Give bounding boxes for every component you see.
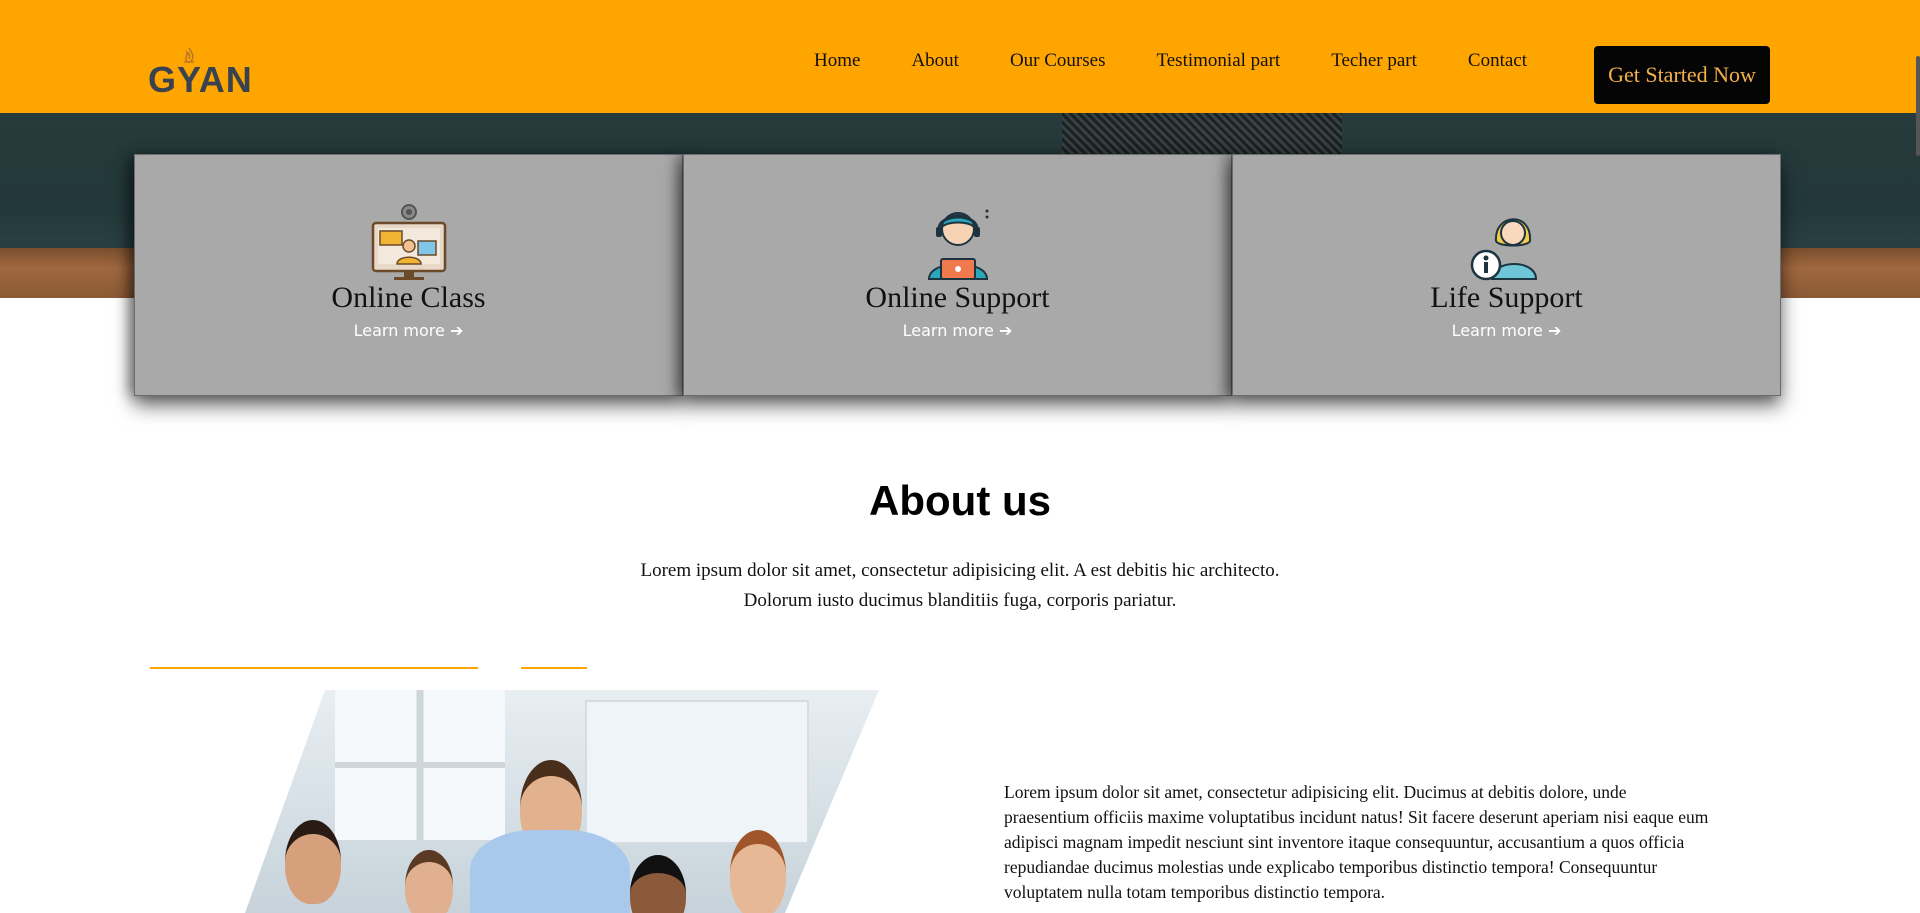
learn-more-label: Learn more	[902, 321, 994, 340]
about-description: Lorem ipsum dolor sit amet, consectetur …	[560, 556, 1360, 616]
decorative-line	[521, 667, 587, 669]
feature-card-online-class: Online Class Learn more ➔	[134, 154, 683, 396]
about-description-line: Lorem ipsum dolor sit amet, consectetur …	[640, 560, 1280, 581]
feature-title: Life Support	[1430, 281, 1583, 314]
online-support-icon	[927, 209, 988, 280]
learn-more-link[interactable]: Learn more ➔	[1452, 321, 1562, 340]
get-started-button[interactable]: Get Started Now	[1594, 46, 1770, 104]
feature-card-life-support: Life Support Learn more ➔	[1232, 154, 1781, 396]
page-scrollbar[interactable]	[1914, 0, 1920, 913]
person	[730, 830, 786, 913]
learn-more-label: Learn more	[1451, 321, 1543, 340]
nav-our-courses[interactable]: Our Courses	[1010, 50, 1106, 72]
about-description-line: Dolorum iusto ducimus blanditiis fuga, c…	[743, 590, 1177, 611]
hero-lamp-decoration	[1062, 112, 1342, 158]
navbar: GYAN Home About Our Courses Testimonial …	[0, 0, 1920, 113]
learn-more-link[interactable]: Learn more ➔	[354, 321, 464, 340]
person	[405, 850, 453, 913]
nav-teacher[interactable]: Techer part	[1331, 50, 1417, 72]
photo-board	[585, 700, 809, 844]
online-class-icon	[371, 204, 446, 280]
feature-title: Online Support	[865, 281, 1050, 314]
logo-text: GYAN	[148, 59, 253, 100]
nav-about[interactable]: About	[911, 50, 959, 72]
feature-title: Online Class	[331, 281, 486, 314]
about-title: About us	[869, 477, 1051, 524]
arrow-right-icon: ➔	[449, 321, 464, 340]
learn-more-link[interactable]: Learn more ➔	[903, 321, 1013, 340]
person	[285, 820, 341, 904]
nav-testimonial[interactable]: Testimonial part	[1156, 50, 1280, 72]
learn-more-label: Learn more	[353, 321, 445, 340]
site-logo[interactable]: GYAN	[148, 46, 252, 98]
decorative-line	[150, 667, 478, 669]
about-body-text: Lorem ipsum dolor sit amet, consectetur …	[1004, 782, 1709, 902]
scrollbar-thumb[interactable]	[1916, 56, 1920, 156]
life-support-icon	[1470, 218, 1537, 281]
nav-contact[interactable]: Contact	[1468, 50, 1527, 72]
feature-cards: Online Class Learn more ➔ Online Support…	[134, 154, 1784, 396]
person	[470, 830, 630, 913]
photo-window	[335, 690, 505, 840]
arrow-right-icon: ➔	[998, 321, 1013, 340]
nav-home[interactable]: Home	[814, 50, 860, 72]
person	[630, 855, 686, 913]
feature-card-online-support: Online Support Learn more ➔	[683, 154, 1232, 396]
arrow-right-icon: ➔	[1547, 321, 1562, 340]
team-photo	[245, 690, 879, 913]
main-nav: Home About Our Courses Testimonial part …	[814, 50, 1578, 72]
